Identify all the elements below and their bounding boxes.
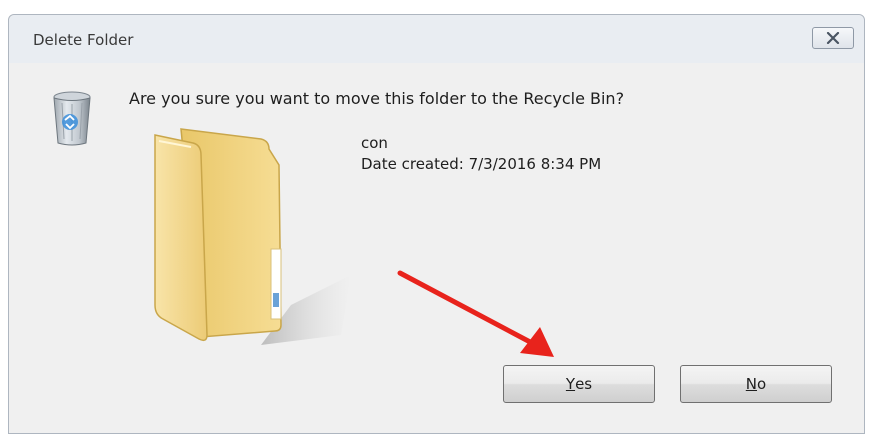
folder-info: con Date created: 7/3/2016 8:34 PM: [361, 133, 601, 175]
folder-icon: [154, 128, 351, 345]
no-button[interactable]: No: [680, 365, 832, 403]
no-accesskey: N: [745, 375, 758, 393]
folder-name: con: [361, 134, 388, 152]
delete-folder-dialog: Delete Folder Are you sure you want to m…: [8, 14, 865, 434]
close-icon: [826, 32, 840, 44]
no-label: o: [757, 375, 767, 393]
dialog-content: Are you sure you want to move this folde…: [9, 63, 864, 433]
close-button[interactable]: [812, 27, 854, 49]
yes-label: es: [575, 375, 593, 393]
red-arrow: [397, 270, 554, 357]
folder-date-created: Date created: 7/3/2016 8:34 PM: [361, 155, 602, 173]
recycle-bin-icon: [53, 91, 91, 146]
yes-accesskey: Y: [565, 375, 576, 393]
yes-button[interactable]: Yes: [503, 365, 655, 403]
dialog-title: Delete Folder: [33, 31, 134, 49]
confirmation-message: Are you sure you want to move this folde…: [129, 89, 625, 108]
titlebar[interactable]: Delete Folder: [9, 15, 864, 64]
